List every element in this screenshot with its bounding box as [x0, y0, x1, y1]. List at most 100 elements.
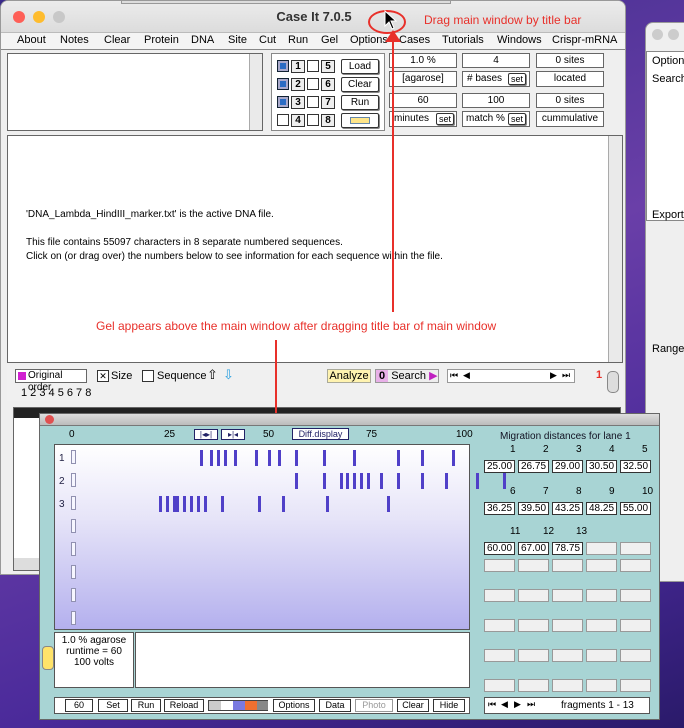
menu-gel[interactable]: Gel [321, 34, 338, 46]
analyze-button[interactable]: Analyze [327, 369, 371, 383]
lane-6-checkbox[interactable] [307, 78, 319, 90]
menu-crispr-mrna[interactable]: Crispr-mRNA [552, 34, 617, 46]
side-option-label: Option [652, 55, 684, 67]
gel-set-button[interactable]: Set [98, 699, 128, 712]
agarose-value[interactable]: 1.0 % [389, 53, 457, 68]
shrink-lanes-button[interactable]: ▸|◂ [221, 429, 245, 440]
gel-notes-area[interactable] [135, 632, 470, 688]
next-fragment-icon[interactable]: ▶ [514, 699, 521, 710]
gel-run-button[interactable]: Run [131, 699, 161, 712]
up-arrow-icon[interactable]: ⇧ [207, 367, 218, 383]
menu-notes[interactable]: Notes [60, 34, 89, 46]
gel-image[interactable]: 1 2 3 [54, 444, 506, 630]
match-value[interactable]: 100 [462, 93, 530, 108]
distance-column-number: 8 [576, 486, 582, 497]
close-light-icon[interactable] [652, 29, 663, 40]
size-checkbox[interactable]: ✕ [97, 370, 109, 382]
runtime-field[interactable]: 60 [65, 699, 93, 712]
swatch-gray[interactable] [209, 701, 221, 710]
lane-5-checkbox[interactable] [307, 60, 319, 72]
minimize-light-icon[interactable] [668, 29, 679, 40]
menu-site[interactable]: Site [228, 34, 247, 46]
search-button[interactable]: 0 Search ▶ [375, 369, 439, 383]
menu-run[interactable]: Run [288, 34, 308, 46]
match-set-button[interactable]: set [508, 113, 526, 125]
gel-hide-button[interactable]: Hide [433, 699, 465, 712]
gel-title-bar[interactable] [40, 414, 659, 426]
key-icon[interactable] [607, 371, 619, 393]
scale-100: 100 [456, 429, 473, 440]
prev-page-icon[interactable]: ◀ [463, 370, 470, 381]
menu-tutorials[interactable]: Tutorials [442, 34, 484, 46]
bases-set-button[interactable]: set [508, 73, 526, 85]
down-arrow-icon[interactable]: ⇩ [223, 367, 234, 383]
menu-cut[interactable]: Cut [259, 34, 276, 46]
menu-dna[interactable]: DNA [191, 34, 214, 46]
diff-display-button[interactable]: Diff.display [292, 428, 349, 440]
load-button[interactable]: Load [341, 59, 379, 74]
gel-band [346, 473, 350, 489]
swatch-orange[interactable] [245, 701, 257, 710]
gel-reload-button[interactable]: Reload [164, 699, 204, 712]
bases-value[interactable]: 4 [462, 53, 530, 68]
list-scrollbar[interactable] [249, 54, 262, 130]
first-fragment-icon[interactable]: ⏮ [488, 699, 496, 710]
gel-clear-button[interactable]: Clear [397, 699, 429, 712]
gel-options-button[interactable]: Options [273, 699, 315, 712]
menu-about[interactable]: About [17, 34, 46, 46]
menu-cases[interactable]: Cases [399, 34, 430, 46]
gel-well [71, 542, 76, 556]
gel-photo-button[interactable]: Photo [355, 699, 393, 712]
run-info-panel: 1.0 % agarose runtime = 60 100 volts [54, 632, 134, 688]
sequence-list-box[interactable] [7, 53, 263, 131]
migration-distance-cell: 43.25 [552, 502, 583, 515]
swatch-white[interactable] [221, 701, 233, 710]
sequence-label: Sequence [157, 370, 207, 382]
clear-button[interactable]: Clear [341, 77, 379, 92]
power-key-icon[interactable] [42, 646, 54, 670]
drag-arrow-line [392, 34, 394, 312]
prev-fragment-icon[interactable]: ◀ [501, 699, 508, 710]
sequence-checkbox[interactable] [142, 370, 154, 382]
scale-75: 75 [366, 429, 378, 440]
lane-7-checkbox[interactable] [307, 96, 319, 108]
gel-well [71, 519, 76, 533]
gel-close-icon[interactable] [45, 415, 54, 424]
drag-annotation-text: Drag main window by title bar [424, 13, 582, 27]
sequence-numbers[interactable]: 1 2 3 4 5 6 7 8 [21, 387, 91, 399]
gel-data-button[interactable]: Data [319, 699, 351, 712]
first-page-icon[interactable]: ⏮ [450, 370, 458, 381]
distance-column-number: 4 [609, 444, 615, 455]
migration-distance-cell [586, 559, 617, 572]
last-page-icon[interactable]: ⏭ [562, 370, 570, 381]
text-scrollbar[interactable] [608, 136, 622, 362]
swatch-blue[interactable] [233, 701, 245, 710]
menu-protein[interactable]: Protein [144, 34, 179, 46]
color-swatches[interactable] [208, 700, 268, 711]
lane-4-checkbox[interactable] [277, 114, 289, 126]
swatch-dark[interactable] [257, 701, 268, 710]
menu-clear[interactable]: Clear [104, 34, 130, 46]
last-fragment-icon[interactable]: ⏭ [527, 699, 535, 710]
agarose-info: 1.0 % agarose [61, 635, 127, 646]
expand-lanes-button[interactable]: |◂▸| [194, 429, 218, 440]
page-scroller[interactable]: ⏮ ◀ ▶ ⏭ [447, 369, 575, 383]
lane-3-checkbox[interactable] [277, 96, 289, 108]
minutes-set-button[interactable]: set [436, 113, 454, 125]
menu-windows[interactable]: Windows [497, 34, 542, 46]
original-order-button[interactable]: Original order [15, 369, 87, 393]
menu-options[interactable]: Options [350, 34, 388, 46]
run-button[interactable]: Run [341, 95, 379, 110]
lane-8-checkbox[interactable] [307, 114, 319, 126]
gel-view-button[interactable] [341, 113, 379, 128]
lane-1-checkbox[interactable] [277, 60, 289, 72]
next-page-icon[interactable]: ▶ [550, 370, 557, 381]
lane-1-number: 1 [291, 60, 305, 73]
migration-distance-cell [518, 649, 549, 662]
bottom-toolbar: Original order ✕ Size Sequence ⇧ ⇩ Analy… [7, 365, 623, 401]
gel-band [196, 496, 200, 512]
lane-2-checkbox[interactable] [277, 78, 289, 90]
minutes-value[interactable]: 60 [389, 93, 457, 108]
gel-band [353, 450, 357, 466]
migration-distance-cell [620, 679, 651, 692]
